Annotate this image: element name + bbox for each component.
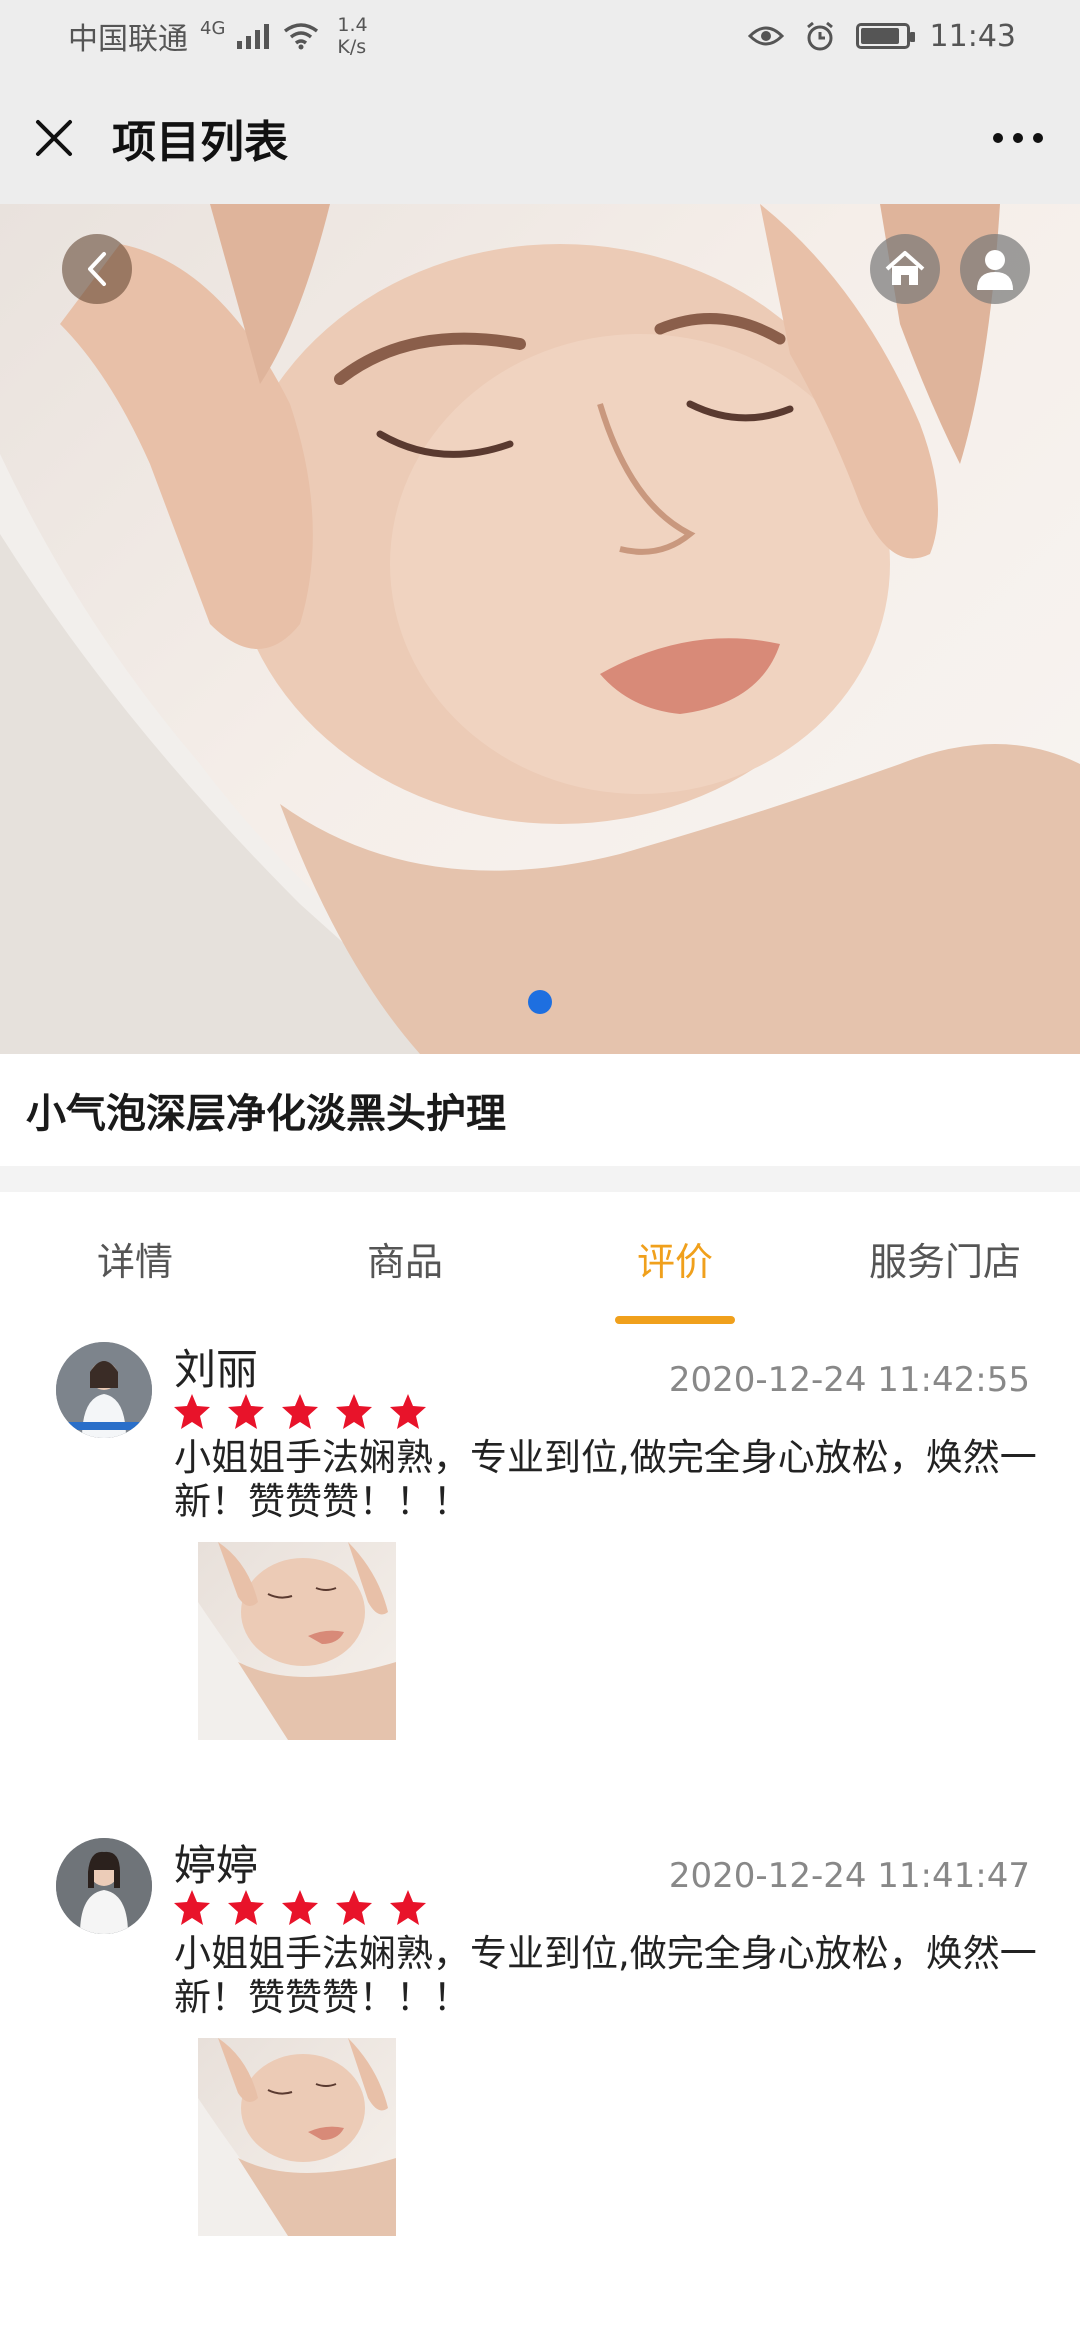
- status-bar: 中国联通 4G 1.4 K/s 11:43: [0, 0, 1080, 72]
- user-button[interactable]: [960, 234, 1030, 304]
- product-title: 小气泡深层净化淡黑头护理: [0, 1054, 1080, 1166]
- tab-stores[interactable]: 服务门店: [810, 1192, 1080, 1324]
- star-icon: [390, 1394, 426, 1429]
- user-icon: [977, 250, 1013, 290]
- review-time: 2020-12-24 11:41:47: [668, 1856, 1030, 1896]
- page-title: 项目列表: [112, 117, 288, 168]
- review-photo-image: [198, 2038, 396, 2236]
- star-icon: [336, 1890, 372, 1925]
- avatar-image: [56, 1342, 152, 1438]
- banner-carousel[interactable]: [0, 204, 1080, 1054]
- reviewer-name: 刘丽: [174, 1345, 259, 1394]
- review-item: 婷婷 2020-12-24 11:41:47 小姐姐手法娴熟，专业到位,做完全身…: [0, 1820, 1080, 2316]
- star-icon: [228, 1890, 264, 1925]
- tab-products[interactable]: 商品: [270, 1192, 540, 1324]
- star-icon: [174, 1890, 210, 1925]
- star-rating: [172, 1888, 428, 1928]
- status-left: 中国联通 4G 1.4 K/s: [68, 14, 368, 58]
- tab-reviews[interactable]: 评价: [540, 1192, 810, 1324]
- network-label: 4G: [200, 18, 226, 39]
- section-divider: [0, 1166, 1080, 1192]
- more-icon: [993, 133, 1043, 143]
- close-icon: [36, 120, 72, 156]
- avatar[interactable]: [56, 1342, 152, 1438]
- home-icon: [885, 251, 925, 285]
- title-bar: 项目列表: [0, 72, 1080, 204]
- carrier-label: 中国联通: [68, 22, 188, 57]
- status-time: 11:43: [929, 18, 1016, 54]
- banner-photo: [0, 204, 1080, 1054]
- star-rating: [172, 1392, 428, 1432]
- battery-icon: [855, 23, 915, 49]
- signal-icon: [237, 24, 270, 49]
- back-button[interactable]: [62, 234, 132, 304]
- tab-bar: 详情 商品 评价 服务门店: [0, 1192, 1080, 1324]
- network-speed: 1.4 K/s: [337, 14, 367, 58]
- home-button[interactable]: [870, 234, 940, 304]
- star-icon: [390, 1890, 426, 1925]
- avatar-image: [56, 1838, 152, 1934]
- alarm-icon: [806, 21, 833, 51]
- wifi-icon: [284, 23, 319, 50]
- status-right: 11:43: [747, 18, 1016, 54]
- star-icon: [174, 1394, 210, 1429]
- review-time: 2020-12-24 11:42:55: [668, 1360, 1030, 1400]
- close-button[interactable]: [32, 116, 76, 160]
- star-icon: [336, 1394, 372, 1429]
- star-icon: [282, 1890, 318, 1925]
- review-photo[interactable]: [198, 1542, 396, 1740]
- review-item: 刘丽 2020-12-24 11:42:55 小姐姐手法娴熟，专业到位,做完全身…: [0, 1324, 1080, 1820]
- star-icon: [228, 1394, 264, 1429]
- review-photo-image: [198, 1542, 396, 1740]
- speed-unit: K/s: [337, 36, 367, 58]
- star-icon: [282, 1394, 318, 1429]
- tab-details[interactable]: 详情: [0, 1192, 270, 1324]
- review-text: 小姐姐手法娴熟，专业到位,做完全身心放松，焕然一新！赞赞赞！！！: [174, 1932, 1037, 2019]
- review-photo[interactable]: [198, 2038, 396, 2236]
- eye-icon: [747, 26, 784, 46]
- review-text: 小姐姐手法娴熟，专业到位,做完全身心放松，焕然一新！赞赞赞！！！: [174, 1436, 1037, 1523]
- back-icon: [88, 252, 106, 286]
- reviewer-name: 婷婷: [174, 1841, 259, 1890]
- more-button[interactable]: [988, 116, 1048, 160]
- carousel-indicator: [528, 990, 552, 1014]
- avatar[interactable]: [56, 1838, 152, 1934]
- speed-value: 1.4: [337, 14, 368, 36]
